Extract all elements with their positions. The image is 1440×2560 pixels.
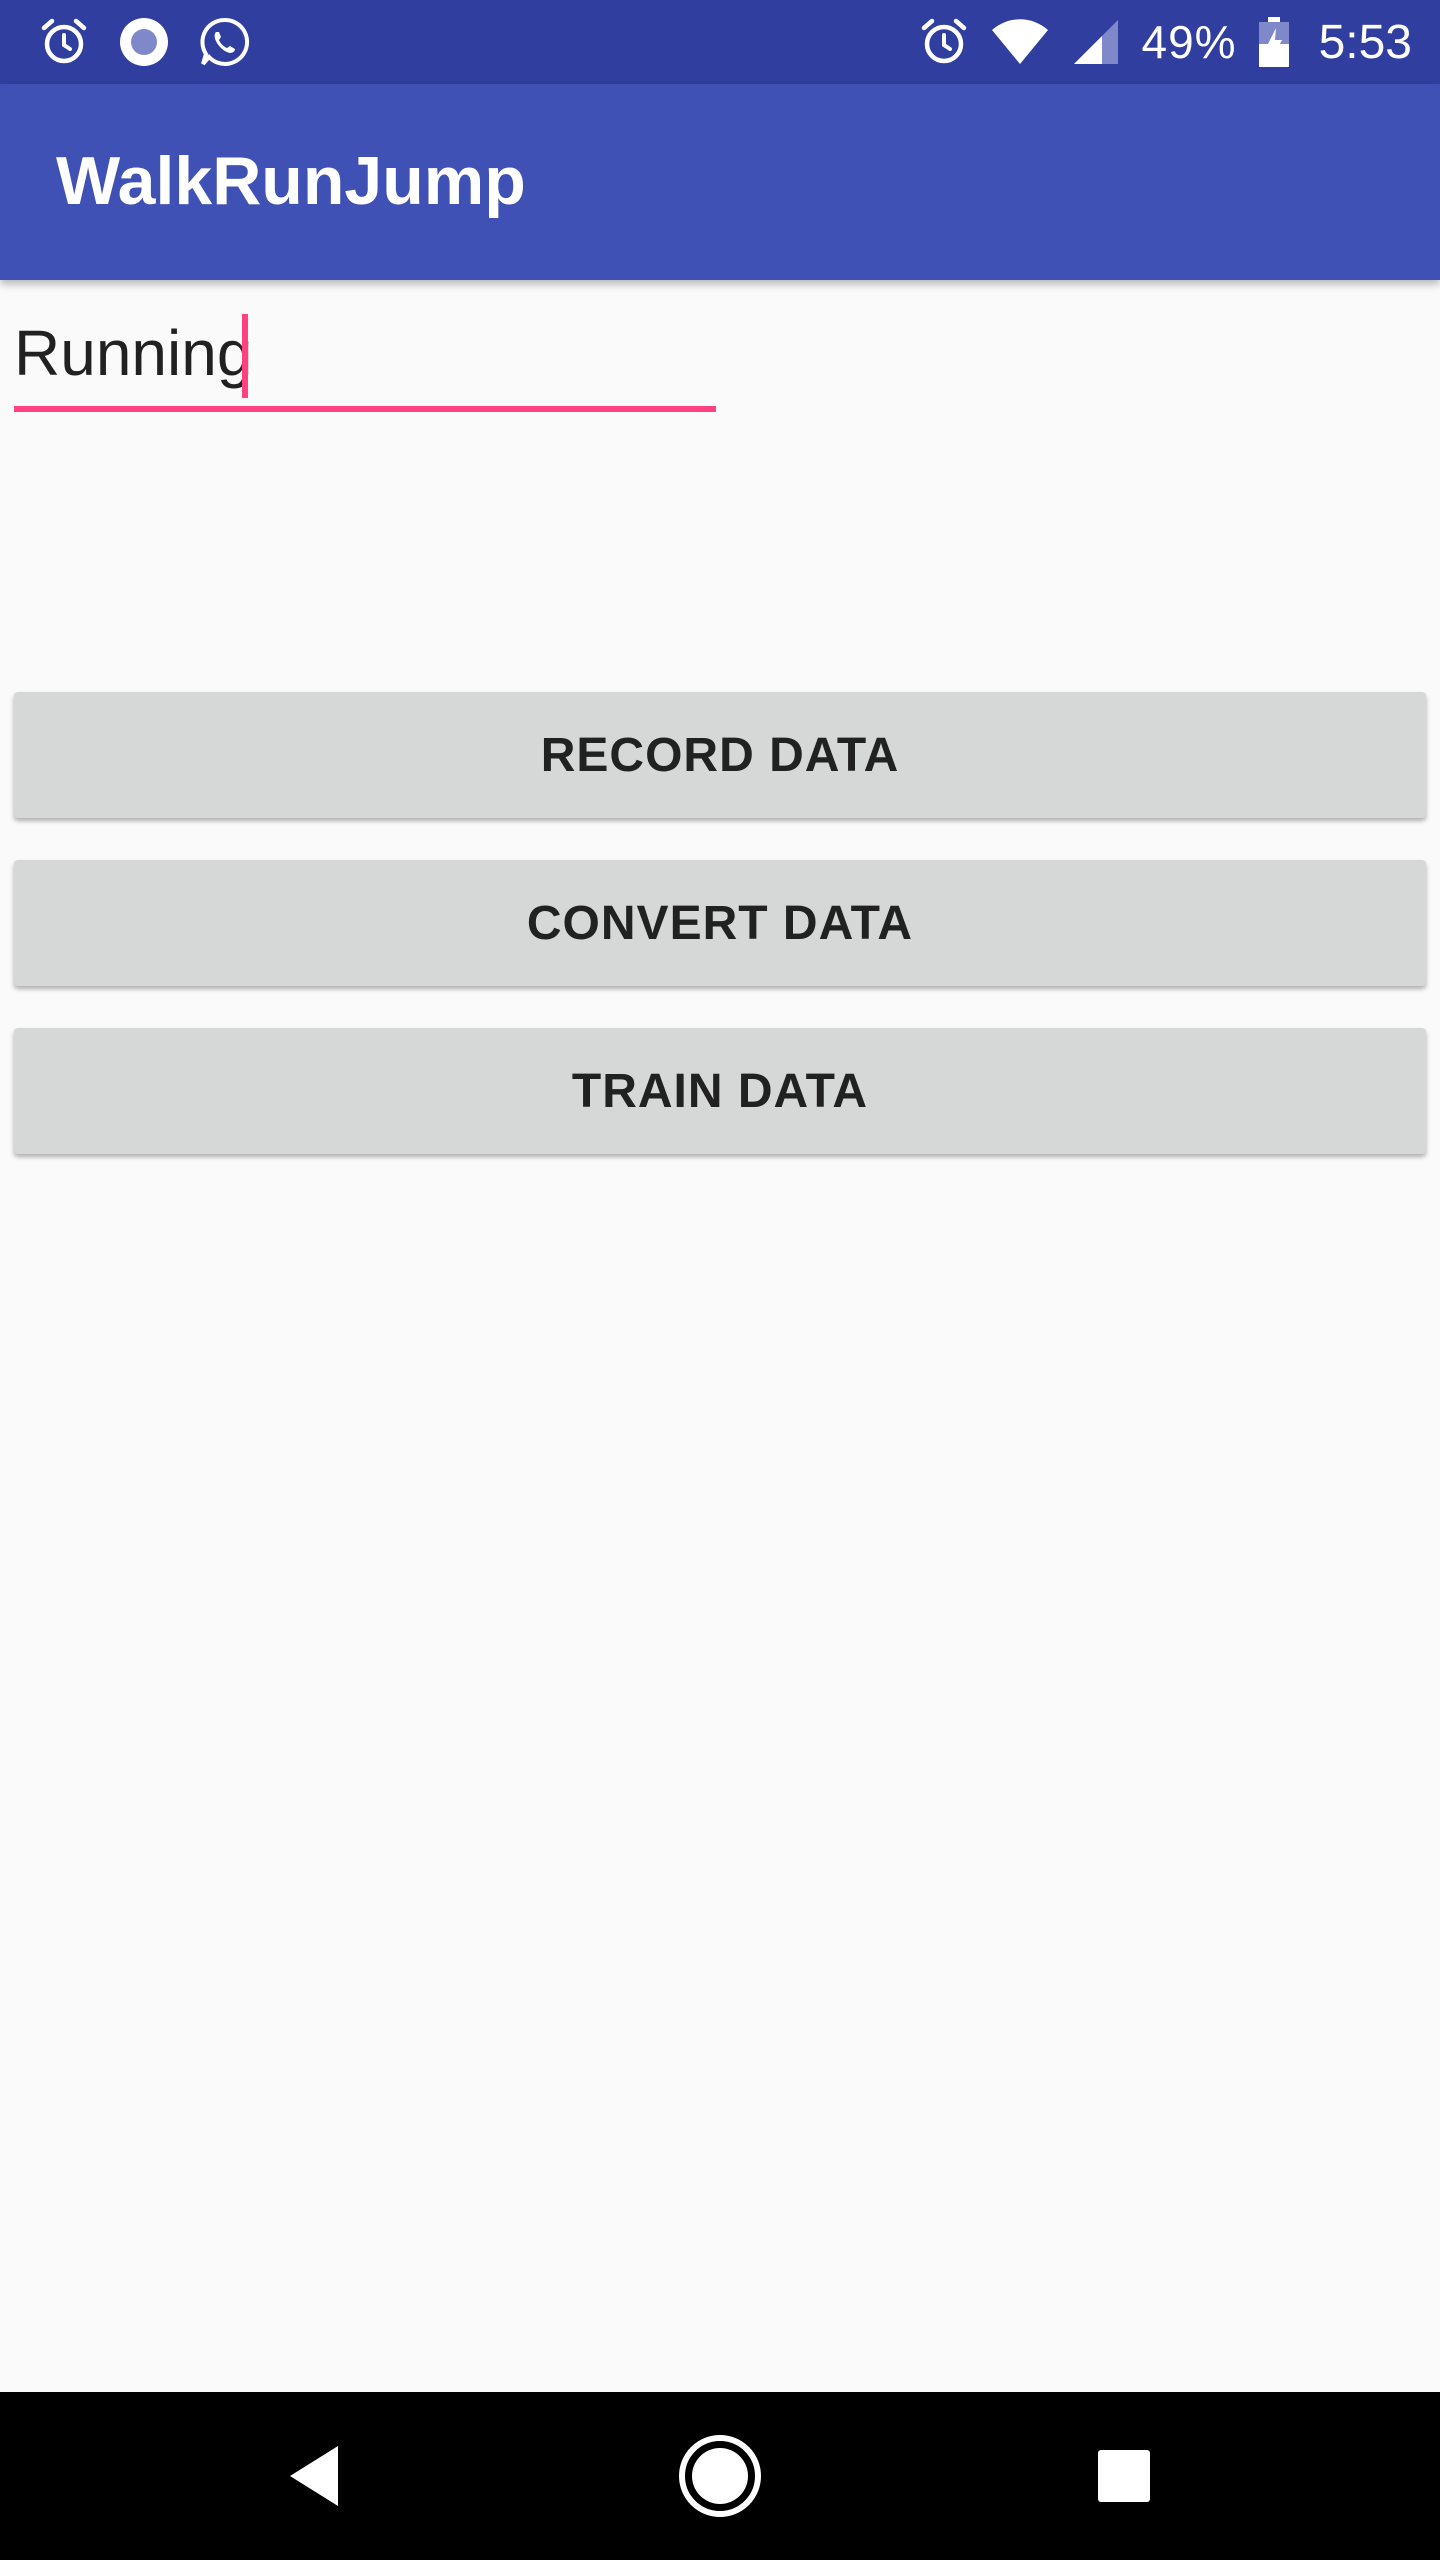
battery-percent: 49% [1141, 16, 1237, 68]
clock: 5:53 [1318, 15, 1412, 69]
battery-icon [1257, 16, 1291, 68]
wifi-icon [990, 16, 1050, 68]
status-right-icons: 49% 5:53 [918, 14, 1412, 70]
back-icon[interactable] [272, 2432, 360, 2520]
status-bar: 49% 5:53 [0, 0, 1440, 84]
record-data-button[interactable]: RECORD DATA [14, 692, 1426, 818]
activity-input[interactable]: Running [14, 300, 716, 416]
status-left-icons [38, 14, 250, 70]
record-icon [118, 16, 170, 68]
text-cursor [242, 314, 248, 398]
home-icon[interactable] [676, 2432, 764, 2520]
train-data-button[interactable]: TRAIN DATA [14, 1028, 1426, 1154]
navigation-bar [0, 2392, 1440, 2560]
whatsapp-icon [198, 16, 250, 68]
convert-data-button[interactable]: CONVERT DATA [14, 860, 1426, 986]
app-title: WalkRunJump [56, 143, 526, 219]
activity-input-value[interactable]: Running [14, 316, 252, 390]
input-underline [14, 406, 716, 412]
alarm-icon [918, 16, 970, 68]
app-bar: WalkRunJump [0, 84, 1440, 280]
alarm-icon [38, 16, 90, 68]
recents-icon[interactable] [1080, 2432, 1168, 2520]
cell-signal-icon [1070, 16, 1122, 68]
